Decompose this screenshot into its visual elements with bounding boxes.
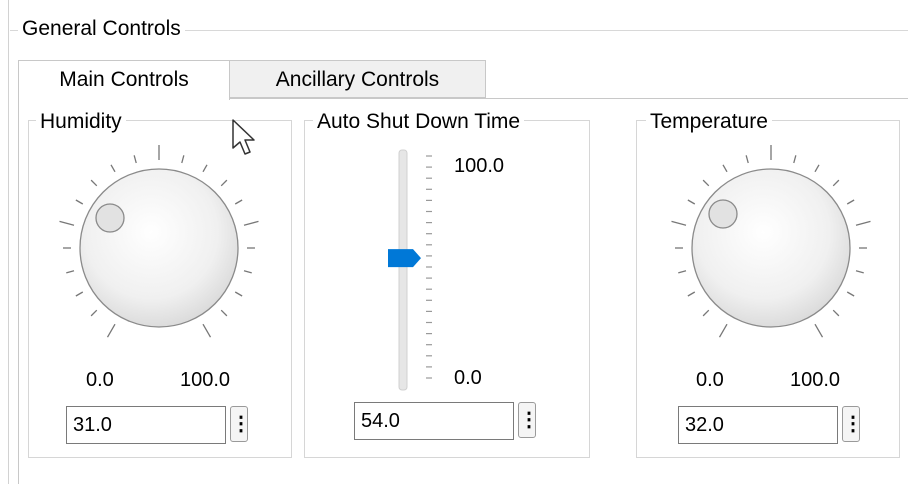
dial-tick [202,323,212,338]
dial-tick [75,199,84,205]
humidity-title: Humidity [36,108,126,136]
humidity-spin-button[interactable]: ⋮ [230,406,251,442]
humidity-knob-indicator [95,203,125,233]
dial-tick [832,179,840,187]
mouse-cursor-icon [232,119,255,155]
dial-tick [202,164,208,173]
dial-tick [243,220,259,226]
shutdown-slider[interactable] [380,140,450,400]
group-title: General Controls [18,14,185,44]
shutdown-spin-button[interactable]: ⋮ [518,402,539,438]
dial-tick [75,291,84,297]
temperature-max-label: 100.0 [790,369,841,391]
dial-tick [106,323,116,338]
dial-tick [181,155,185,164]
dial-tick [220,179,228,187]
dial-tick [846,199,855,205]
slider-groove [398,149,408,391]
dial-tick [814,164,820,173]
shutdown-max-label: 100.0 [454,155,505,177]
dial-tick [234,199,243,205]
dial-tick [220,309,228,317]
dial-tick [110,164,116,173]
humidity-min-label: 0.0 [86,369,114,391]
temperature-min-label: 0.0 [696,369,724,391]
temperature-knob[interactable] [660,138,882,360]
humidity-max-label: 100.0 [180,369,231,391]
tab-ancillary-controls[interactable]: Ancillary Controls [230,60,486,98]
slider-handle[interactable] [388,249,421,268]
temperature-spin-button[interactable]: ⋮ [842,406,863,442]
dial-tick [90,179,98,187]
dial-tick [832,309,840,317]
tab-main-controls[interactable]: Main Controls [18,60,230,100]
dial-tick [722,164,728,173]
temperature-title: Temperature [646,108,772,136]
humidity-spinbox[interactable]: 31.0 [66,406,226,444]
dial-tick [234,291,243,297]
dial-tick [702,179,710,187]
dial-tick [814,323,824,338]
dial-tick [846,291,855,297]
dial-tick [687,199,696,205]
dial-tick [671,220,687,226]
dial-tick [793,155,797,164]
dial-tick [90,309,98,317]
shutdown-title: Auto Shut Down Time [313,108,525,136]
dial-tick [687,291,696,297]
dial-tick [678,270,687,274]
temperature-knob-body[interactable] [691,168,851,328]
dial-tick [855,220,871,226]
dial-tick [718,323,728,338]
dial-tick [702,309,710,317]
temperature-knob-indicator [708,199,738,229]
dial-tick [745,155,749,164]
temperature-spinbox[interactable]: 32.0 [678,406,838,444]
slider-ticks [426,155,432,379]
dial-tick [66,270,75,274]
dial-tick [243,270,252,274]
shutdown-spinbox[interactable]: 54.0 [354,402,514,440]
dial-tick [59,220,75,226]
humidity-knob[interactable] [48,138,270,360]
dial-tick [133,155,137,164]
dial-tick [855,270,864,274]
shutdown-min-label: 0.0 [454,367,482,389]
humidity-knob-body[interactable] [79,168,239,328]
